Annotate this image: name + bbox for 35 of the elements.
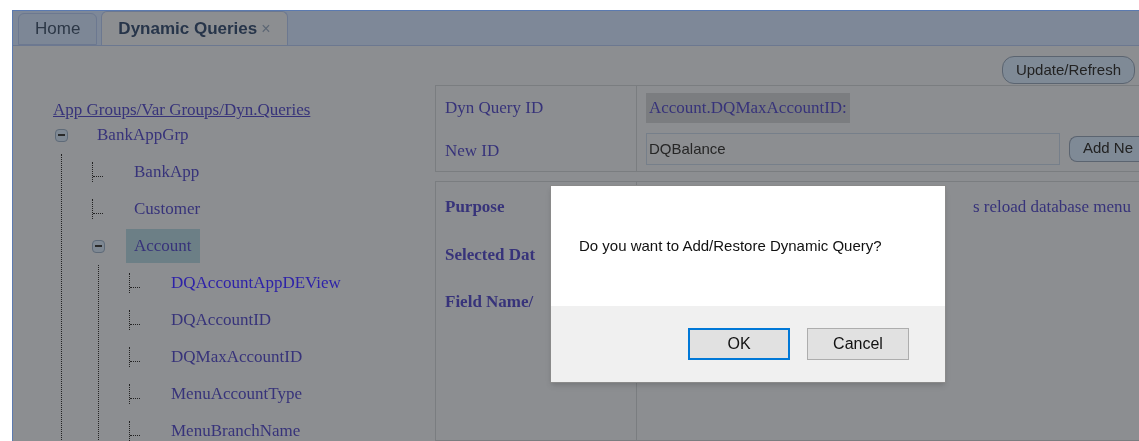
field-label: New ID [445, 139, 500, 162]
close-icon[interactable]: × [261, 16, 271, 41]
tree-connector-icon [92, 199, 104, 219]
tree-item[interactable]: MenuAccountType [163, 377, 310, 411]
new-id-field[interactable]: DQBalance [646, 132, 1060, 165]
tree-connector-icon [92, 162, 104, 182]
tab[interactable]: Dynamic Queries × [101, 11, 288, 45]
tree-item[interactable]: Customer [126, 192, 209, 226]
tree-connector-icon [129, 347, 141, 367]
collapse-icon[interactable] [92, 239, 105, 253]
tree-root-link[interactable]: App Groups/Var Groups/Dyn.Queries [53, 100, 311, 119]
tree-connector-icon [129, 384, 141, 404]
tree-item[interactable]: MenuBranchName [163, 414, 309, 441]
tree-item[interactable]: BankAppGrp [89, 118, 197, 152]
dialog-button[interactable]: Cancel [807, 328, 909, 360]
collapse-icon[interactable] [55, 128, 68, 142]
field-label: Field Name/ [445, 291, 534, 313]
tree-item[interactable]: DQAccountID [163, 303, 280, 337]
field-label: Purpose [445, 196, 505, 218]
add-button[interactable]: Add Ne [1069, 135, 1139, 162]
refresh-button[interactable]: Update/Refresh [1001, 56, 1135, 84]
tree-connector-icon [129, 421, 141, 441]
tree-item[interactable]: Account [126, 229, 200, 263]
field-label: Selected Dat [445, 243, 536, 266]
purpose-text: s reload database menu [972, 196, 1132, 218]
tree-connector-icon [129, 310, 141, 330]
tree-connector-icon [129, 273, 141, 293]
tab[interactable]: Home [18, 13, 98, 45]
query-id-value: Account.DQMaxAccountID: [646, 93, 850, 123]
tree-item[interactable]: DQAccountAppDEView [163, 266, 349, 300]
tree-item[interactable]: BankApp [126, 155, 208, 189]
dialog-button[interactable]: OK [688, 328, 790, 360]
tree-item[interactable]: DQMaxAccountID [163, 340, 311, 374]
dialog-message: Do you want to Add/Restore Dynamic Query? [579, 235, 882, 256]
field-label: Dyn Query ID [445, 97, 544, 119]
